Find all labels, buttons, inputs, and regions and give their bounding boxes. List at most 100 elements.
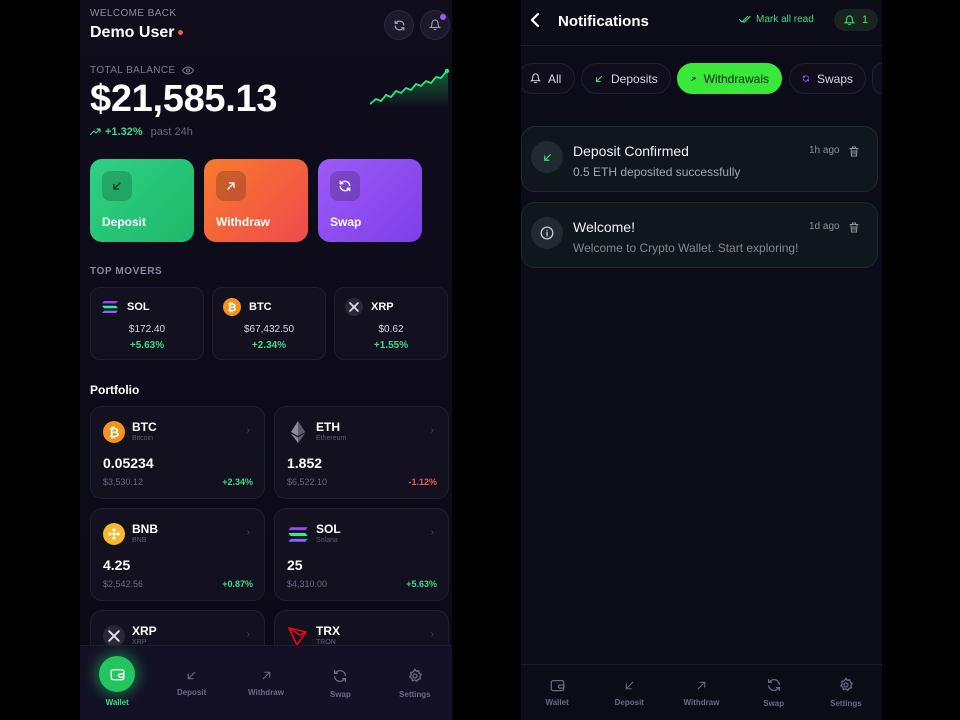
deposit-action-card[interactable]: Deposit [90, 159, 194, 242]
mover-card-btc[interactable]: ₿ BTC $67,432.50 +2.34% [212, 287, 326, 360]
unread-count-badge[interactable]: 1 [834, 9, 878, 31]
asset-name: Ethereum [316, 435, 347, 442]
balance-change: +1.32% past 24h [90, 126, 193, 138]
asset-symbol: ETH [316, 420, 340, 434]
deposit-action-label: Deposit [102, 215, 147, 229]
notification-card[interactable]: Welcome! Welcome to Crypto Wallet. Start… [521, 202, 878, 268]
nav-label: Withdraw [683, 697, 720, 707]
arrow-up-right-icon [691, 76, 696, 81]
mover-change: +2.34% [251, 340, 287, 351]
trash-icon [849, 222, 859, 233]
nav-swap[interactable]: Swap [303, 646, 377, 720]
asset-change: +0.87% [222, 579, 253, 589]
arrow-up-right-icon [227, 182, 235, 190]
nav-withdraw[interactable]: Withdraw [665, 665, 737, 720]
tab-deposits[interactable]: Deposits [581, 63, 671, 94]
bitcoin-icon: ₿ [223, 298, 241, 316]
nav-label: Settings [830, 699, 862, 708]
portfolio-card-eth[interactable]: ETH Ethereum › 1.852 $6,522.10 -1.12% [274, 406, 449, 499]
svg-text:₿: ₿ [228, 301, 237, 313]
chevron-right-icon: › [430, 527, 434, 538]
trend-up-icon [90, 128, 101, 136]
chevron-right-icon: › [430, 629, 434, 640]
nav-label: Settings [399, 689, 431, 699]
asset-change: -1.12% [408, 477, 437, 487]
notification-icon-circle [531, 141, 563, 173]
nav-label: Wallet [105, 697, 129, 707]
delete-button[interactable] [849, 220, 859, 238]
nav-label: Swap [329, 689, 351, 699]
asset-usd-value: $2,542.56 [103, 579, 144, 589]
gear-icon [408, 667, 422, 682]
mover-card-sol[interactable]: SOL $172.40 +5.63% [90, 287, 204, 360]
notifications-button[interactable] [420, 10, 450, 40]
tab-all[interactable]: All [521, 63, 575, 94]
page-title: Notifications [558, 13, 649, 30]
nav-deposit[interactable]: Deposit [593, 665, 665, 720]
notification-card[interactable]: Deposit Confirmed 0.5 ETH deposited succ… [521, 126, 878, 192]
notifications-header: Notifications Mark all read 1 [521, 0, 882, 46]
nav-deposit[interactable]: Deposit [154, 646, 228, 720]
chevron-right-icon: › [246, 425, 250, 436]
mover-card-xrp[interactable]: XRP $0.62 +1.55% [334, 287, 448, 360]
wallet-screen: WELCOME BACK Demo User TOTAL BALANCE $21… [80, 0, 452, 720]
mover-head: SOL [101, 298, 150, 316]
swap-action-card[interactable]: Swap [318, 159, 422, 242]
double-check-icon [739, 15, 751, 23]
tab-label: Swaps [816, 71, 853, 86]
bitcoin-icon: ₿ [103, 421, 125, 443]
portfolio-card-btc[interactable]: ₿ BTC Bitcoin › 0.05234 $3,530.12 +2.34% [90, 406, 265, 499]
nav-swap[interactable]: Swap [738, 665, 810, 720]
refresh-button[interactable] [384, 10, 414, 40]
bell-icon [429, 19, 441, 31]
mover-change: +1.55% [373, 340, 409, 351]
bell-icon [530, 73, 541, 84]
arrow-down-left-icon [625, 681, 634, 689]
tab-overflow[interactable] [872, 63, 882, 94]
asset-symbol: TRX [316, 624, 340, 638]
arrow-up-right-icon [262, 671, 270, 680]
mark-all-read-label: Mark all read [756, 14, 814, 25]
tab-withdrawals[interactable]: Withdrawals [677, 63, 782, 94]
asset-symbol: BTC [132, 420, 157, 434]
asset-change: +5.63% [406, 579, 437, 589]
mover-head: XRP [345, 298, 394, 316]
tab-label: All [548, 71, 562, 86]
tab-label: Withdrawals [703, 71, 769, 86]
mark-all-read-button[interactable]: Mark all read [739, 14, 814, 25]
info-icon [540, 226, 554, 240]
mover-price: $67,432.50 [243, 324, 295, 335]
eye-icon[interactable] [181, 66, 194, 75]
nav-wallet[interactable]: Wallet [80, 646, 154, 720]
balance-change-period: past 24h [150, 126, 193, 138]
nav-withdraw[interactable]: Withdraw [229, 646, 303, 720]
tron-icon [287, 625, 309, 647]
delete-button[interactable] [849, 144, 859, 162]
nav-settings[interactable]: Settings [378, 646, 452, 720]
nav-wallet[interactable]: Wallet [521, 665, 593, 720]
portfolio-card-sol[interactable]: SOL Solana › 25 $4,310.00 +5.63% [274, 508, 449, 601]
asset-name: BNB [132, 537, 147, 544]
balance-sparkline [370, 68, 450, 108]
bnb-icon [103, 523, 125, 545]
xrp-icon [345, 298, 363, 316]
tab-swaps[interactable]: Swaps [789, 63, 866, 94]
withdraw-action-card[interactable]: Withdraw [204, 159, 308, 242]
nav-label: Withdraw [248, 688, 284, 697]
mover-head: ₿ BTC [223, 298, 272, 316]
balance-label-text: TOTAL BALANCE [90, 65, 176, 76]
back-button[interactable] [529, 12, 543, 33]
mover-symbol: SOL [127, 301, 150, 313]
chevron-left-icon [530, 12, 540, 28]
gear-icon [839, 677, 854, 692]
withdraw-action-icon-box [216, 171, 246, 201]
asset-name: Solana [316, 537, 338, 544]
nav-label: Wallet [545, 698, 569, 707]
tab-label: Deposits [611, 71, 658, 86]
nav-settings[interactable]: Settings [810, 665, 882, 720]
notification-message: 0.5 ETH deposited successfully [573, 165, 741, 179]
chevron-right-icon: › [430, 425, 434, 436]
nav-label: Deposit [614, 697, 644, 707]
portfolio-card-bnb[interactable]: BNB BNB › 4.25 $2,542.56 +0.87% [90, 508, 265, 601]
ethereum-icon [287, 421, 309, 443]
